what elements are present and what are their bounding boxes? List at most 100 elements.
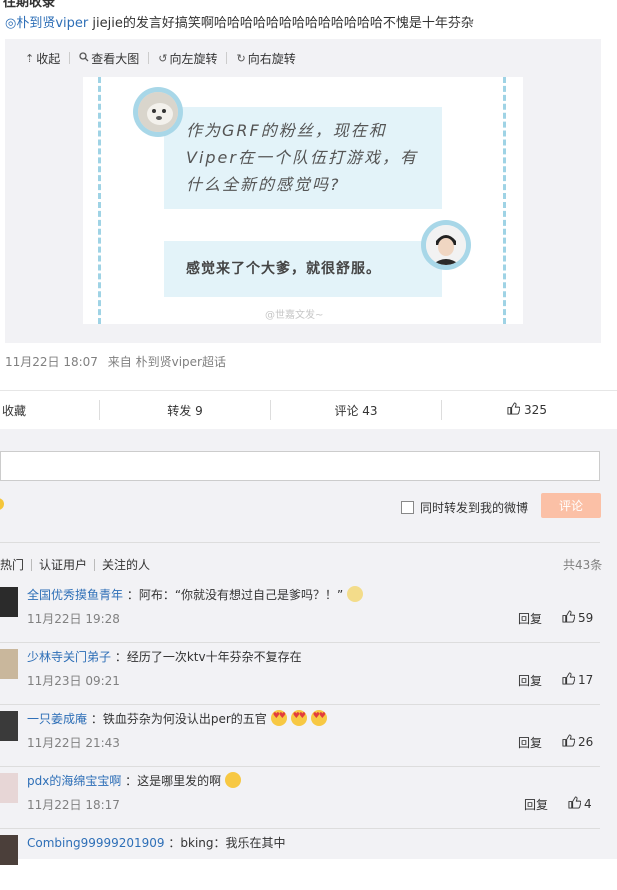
heart-eyes-emoji-icon: [270, 710, 287, 726]
question-line: 什么全新的感觉吗?: [186, 175, 341, 194]
like-count: 325: [524, 403, 547, 417]
question-bubble: 作为GRF的粉丝，现在和 Viper在一个队伍打游戏，有 什么全新的感觉吗?: [164, 107, 442, 209]
section-divider: [0, 542, 600, 543]
avatar[interactable]: [0, 649, 18, 679]
rotate-right-icon: ↻: [236, 51, 246, 65]
media-toolbar: ⇡ 收起 查看大图 ↺ 向左旋转 ↻ 向右旋转: [5, 39, 601, 77]
post-image[interactable]: 作为GRF的粉丝，现在和 Viper在一个队伍打游戏，有 什么全新的感觉吗? 感…: [83, 77, 523, 324]
comment-like-button[interactable]: 59: [562, 610, 593, 626]
heart-eyes-emoji-icon: [290, 710, 307, 726]
comment-like-count: 4: [584, 797, 592, 811]
comment-like-count: 17: [578, 673, 594, 687]
answer-bubble: 感觉来了个大爹，就很舒服。: [164, 241, 442, 297]
comment-text: ：bking：我乐在其中: [168, 836, 286, 850]
tab-hot[interactable]: 热门: [0, 556, 31, 573]
comment-text: ：这是哪里发的啊: [125, 774, 222, 788]
comment-filter-tabs: 热门 认证用户 关注的人: [0, 556, 157, 573]
comment-like-count: 26: [578, 735, 594, 749]
source-prefix: 来自: [107, 355, 132, 369]
avatar[interactable]: [0, 587, 18, 617]
answer-text: 感觉来了个大爹，就很舒服。: [186, 261, 381, 277]
reply-button[interactable]: 回复: [518, 672, 542, 689]
comment-item: pdx的海绵宝宝啊 ：这是哪里发的啊 11月22日 18:17 回复 4: [0, 766, 600, 829]
comment-like-button[interactable]: 4: [568, 796, 592, 812]
comment-time: 11月23日 09:21: [27, 674, 120, 688]
favorite-button[interactable]: 收藏: [0, 391, 102, 429]
rotate-left-icon: ↺: [158, 51, 168, 65]
dog-emoji-icon: [347, 586, 364, 602]
comment-item: 全国优秀摸鱼青年 ：阿布：“你就没有想过自己是爹吗？！” 11月22日 19:2…: [0, 580, 600, 643]
comment-like-button[interactable]: 17: [562, 672, 593, 688]
image-watermark: @世嘉文发~: [265, 310, 324, 321]
post-action-bar: 收藏 转发 9 评论 43 325: [0, 390, 617, 430]
question-line: Viper在一个队伍打游戏，有: [186, 148, 418, 167]
collapse-icon: ⇡: [25, 51, 35, 65]
tab-following[interactable]: 关注的人: [95, 556, 157, 573]
comment-time: 11月22日 19:28: [27, 612, 120, 626]
collapse-button[interactable]: ⇡ 收起: [5, 50, 69, 67]
comment-line: 全国优秀摸鱼青年 ：阿布：“你就没有想过自己是爹吗？！”: [27, 586, 364, 603]
view-large-button[interactable]: 查看大图: [70, 50, 148, 67]
comment-total: 共43条: [563, 558, 603, 572]
comment-username[interactable]: pdx的海绵宝宝啊: [27, 774, 121, 788]
comment-time: 11月22日 18:17: [27, 798, 120, 812]
comment-username[interactable]: 少林寺关门弟子: [27, 650, 111, 664]
comment-username[interactable]: 全国优秀摸鱼青年: [27, 588, 123, 602]
comment-input[interactable]: [0, 451, 600, 481]
media-viewer: ⇡ 收起 查看大图 ↺ 向左旋转 ↻ 向右旋转 作为GRF的粉丝，现在和 Vip…: [5, 39, 601, 343]
view-large-label: 查看大图: [91, 51, 140, 66]
favorite-label: 收藏: [2, 403, 27, 418]
tab-verified[interactable]: 认证用户: [32, 556, 94, 573]
previous-post-text-cut: 往期收录: [3, 0, 56, 10]
thumbs-up-icon: [562, 734, 576, 750]
post-body: jiejie的发言好搞笑啊哈哈哈哈哈哈哈哈哈哈哈哈哈不愧是十年芬杂: [88, 16, 474, 31]
reply-button[interactable]: 回复: [518, 610, 542, 627]
checkbox-box[interactable]: [401, 501, 414, 514]
rotate-right-button[interactable]: ↻ 向右旋转: [227, 50, 304, 67]
rotate-right-label: 向右旋转: [247, 51, 296, 66]
comment-panel: 同时转发到我的微博 评论 热门 认证用户 关注的人 共43条 全国优秀摸鱼青年 …: [0, 429, 617, 865]
reply-button[interactable]: 回复: [518, 734, 542, 751]
comment-line: pdx的海绵宝宝啊 ：这是哪里发的啊: [27, 772, 242, 789]
comment-item: 一只姜成庵 ：铁血芬杂为何没认出per的五官 11月22日 21:43 回复 2…: [0, 704, 600, 767]
avatar[interactable]: [0, 773, 18, 803]
repost-button[interactable]: 转发 9: [100, 391, 270, 429]
super-topic-link[interactable]: ◎朴到贤viper: [5, 16, 88, 31]
avatar[interactable]: [0, 835, 18, 865]
post-meta: 11月22日 18:07 来自 朴到贤viper超话: [5, 353, 226, 370]
emoji-picker-icon[interactable]: [0, 498, 4, 510]
repost-also-label: 同时转发到我的微博: [420, 501, 529, 515]
rotate-left-button[interactable]: ↺ 向左旋转: [149, 50, 226, 67]
reply-button[interactable]: 回复: [524, 796, 548, 813]
like-button[interactable]: 325: [442, 391, 612, 429]
avatar[interactable]: [0, 711, 18, 741]
comment-username[interactable]: Combing99999201909: [27, 836, 165, 850]
comment-line: 一只姜成庵 ：铁血芬杂为何没认出per的五官: [27, 710, 327, 727]
comment-text: ：铁血芬杂为何没认出per的五官: [90, 712, 267, 726]
comment-line: 少林寺关门弟子 ：经历了一次ktv十年芬杂不复存在: [27, 648, 302, 665]
post-text: ◎朴到贤viper jiejie的发言好搞笑啊哈哈哈哈哈哈哈哈哈哈哈哈哈不愧是十…: [5, 12, 474, 31]
thumbs-up-icon: [568, 796, 582, 812]
comment-item: Combing99999201909 ：bking：我乐在其中: [0, 828, 600, 890]
question-line: 作为GRF的粉丝，现在和: [186, 121, 387, 140]
comment-time: 11月22日 21:43: [27, 736, 120, 750]
repost-label: 转发 9: [167, 403, 203, 418]
dashed-border-right: [503, 77, 506, 324]
comment-text: ：阿布：“你就没有想过自己是爹吗？！”: [126, 588, 344, 602]
post-source-link[interactable]: 朴到贤viper超话: [136, 355, 226, 369]
collapse-label: 收起: [36, 51, 61, 66]
thumbs-up-icon: [562, 672, 576, 688]
repost-also-checkbox[interactable]: 同时转发到我的微博: [401, 499, 528, 516]
interviewer-avatar: [133, 87, 183, 137]
comment-like-count: 59: [578, 611, 594, 625]
comment-label: 评论 43: [334, 403, 378, 418]
magnifier-icon: [79, 51, 89, 65]
player-avatar: [421, 220, 471, 270]
comment-like-button[interactable]: 26: [562, 734, 593, 750]
comment-button[interactable]: 评论 43: [271, 391, 441, 429]
laughing-emoji-icon: [225, 772, 242, 788]
submit-comment-button[interactable]: 评论: [541, 493, 601, 518]
comment-username[interactable]: 一只姜成庵: [27, 712, 87, 726]
post-time[interactable]: 11月22日 18:07: [5, 355, 98, 369]
thumbs-up-icon: [507, 402, 521, 418]
